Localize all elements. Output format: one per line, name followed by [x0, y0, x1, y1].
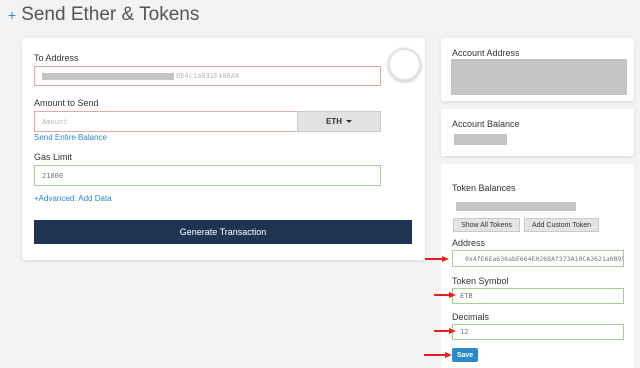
account-balance-title: Account Balance	[452, 119, 520, 129]
to-address-value: 8E4c1a031E486A8	[176, 72, 240, 80]
token-address-label: Address	[452, 238, 486, 248]
account-address-card: Account Address	[441, 38, 634, 101]
send-form-card: To Address 8E4c1a031E486A8 Amount to Sen…	[22, 38, 425, 260]
redacted-token-balance	[456, 202, 576, 211]
unit-dropdown-button[interactable]: ETH	[297, 111, 381, 132]
redacted-address-block	[42, 72, 174, 80]
page-title: Send Ether & Tokens	[21, 4, 200, 25]
redacted-account-balance	[454, 134, 507, 145]
account-balance-card: Account Balance	[441, 109, 634, 156]
plus-icon: +	[8, 7, 17, 23]
gas-limit-input[interactable]: 21000	[34, 165, 381, 186]
decimals-label: Decimals	[452, 312, 490, 322]
redacted-account-address	[451, 59, 627, 95]
red-arrow-icon	[425, 256, 449, 262]
to-address-label: To Address	[34, 53, 79, 63]
token-symbol-input[interactable]: ETB	[452, 288, 624, 304]
red-arrow-icon	[434, 328, 456, 334]
to-address-input[interactable]: 8E4c1a031E486A8	[34, 66, 381, 86]
decimals-input[interactable]: 12	[452, 324, 624, 340]
token-address-input[interactable]: 0x4fE6Ea636abE664E0268Af373A10CA3621a0B9…	[452, 250, 624, 267]
advanced-add-data-link[interactable]: +Advanced: Add Data	[34, 194, 112, 203]
send-entire-balance-link[interactable]: Send Entire Balance	[34, 133, 107, 142]
token-balances-card: Token Balances Show All Tokens Add Custo…	[441, 164, 634, 368]
show-all-tokens-button[interactable]: Show All Tokens	[453, 218, 520, 232]
generate-transaction-button[interactable]: Generate Transaction	[34, 220, 412, 244]
amount-label: Amount to Send	[34, 98, 99, 108]
page-header: + Send Ether & Tokens	[8, 2, 199, 28]
save-token-button[interactable]: Save	[452, 348, 478, 362]
address-identicon	[388, 48, 421, 81]
token-symbol-label: Token Symbol	[452, 276, 509, 286]
caret-down-icon	[346, 120, 352, 123]
token-balances-title: Token Balances	[452, 183, 516, 193]
account-address-title: Account Address	[452, 48, 520, 58]
red-arrow-icon	[424, 352, 452, 358]
amount-input[interactable]: Amount	[34, 111, 298, 132]
gas-limit-label: Gas Limit	[34, 152, 73, 162]
unit-label: ETH	[326, 117, 342, 126]
add-custom-token-button[interactable]: Add Custom Token	[524, 218, 599, 232]
red-arrow-icon	[434, 292, 456, 298]
